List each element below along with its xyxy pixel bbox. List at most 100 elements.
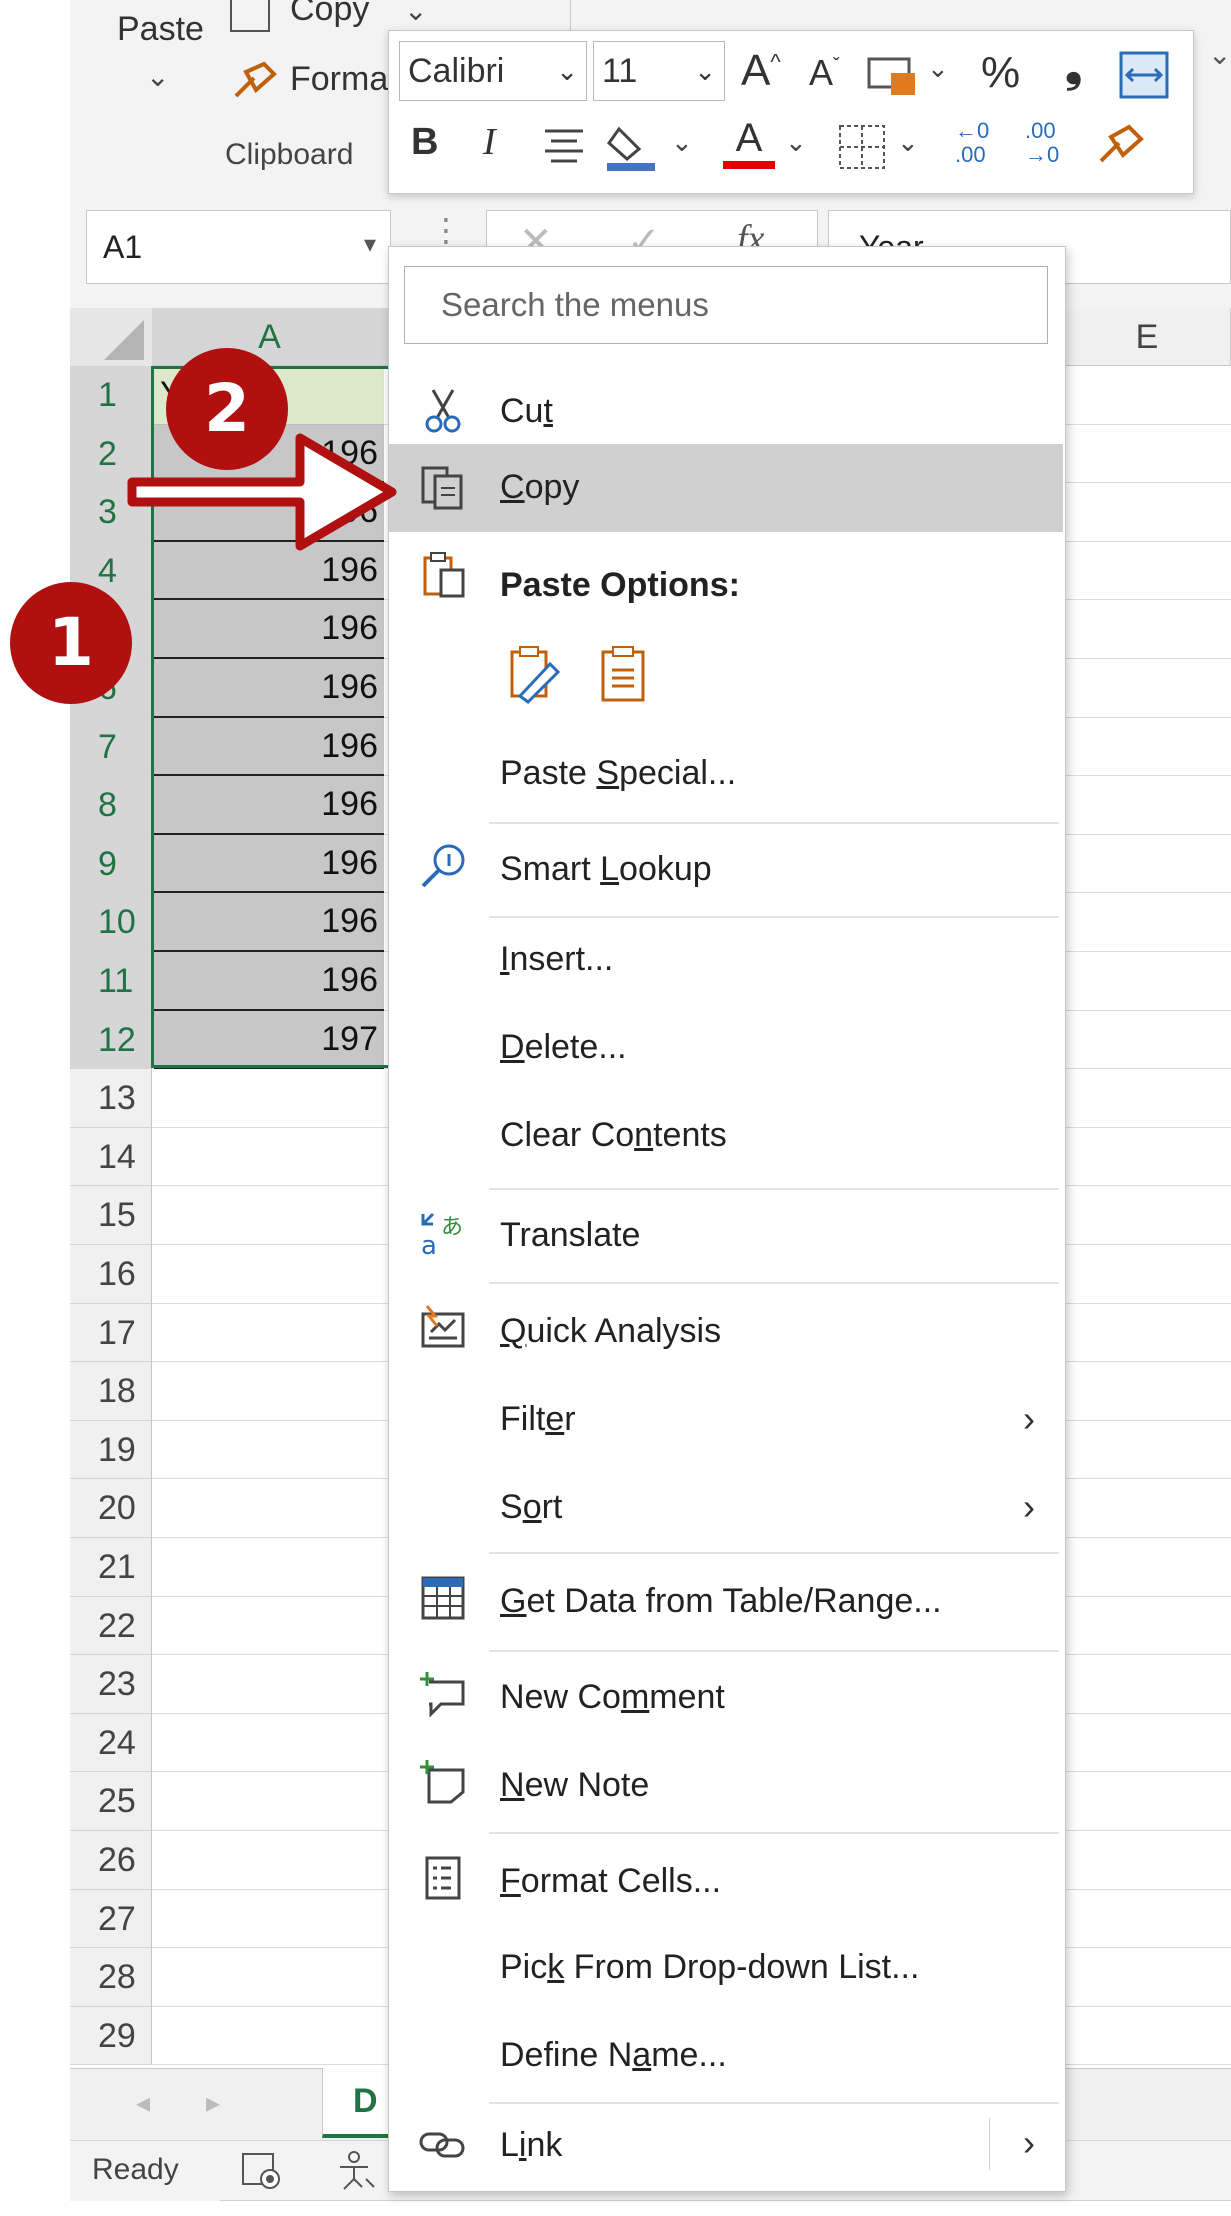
- sheet-tab-label: D: [353, 2082, 378, 2120]
- paste-formatting-icon[interactable]: [506, 644, 562, 704]
- menu-item-label: New Comment: [500, 1678, 725, 1716]
- row-header[interactable]: 8: [70, 776, 152, 835]
- row-header[interactable]: 20: [70, 1479, 152, 1538]
- menu-item-insert[interactable]: Insert...: [389, 930, 1063, 1000]
- row-header[interactable]: 19: [70, 1420, 152, 1480]
- format-cells-icon: [425, 1856, 461, 1900]
- row-header[interactable]: 16: [70, 1245, 152, 1304]
- scroll-tabs-right-icon[interactable]: ▸: [206, 2086, 220, 2119]
- paste-dropdown-arrow-icon[interactable]: ⌄: [146, 60, 169, 93]
- row-header[interactable]: 12: [70, 1010, 152, 1070]
- row-header[interactable]: 15: [70, 1186, 152, 1245]
- row-header[interactable]: 24: [70, 1713, 152, 1773]
- menu-item-new-note[interactable]: New Note: [389, 1750, 1063, 1824]
- increase-font-size-icon[interactable]: A^: [741, 49, 781, 93]
- chevron-down-icon: ⌄: [556, 56, 578, 86]
- scroll-tabs-left-icon[interactable]: ◂: [136, 2086, 150, 2119]
- copy-dropdown-arrow-icon[interactable]: ⌄: [404, 0, 427, 27]
- align-center-icon[interactable]: [541, 123, 587, 169]
- comma-style-button[interactable]: ❟: [1065, 45, 1082, 89]
- menu-item-copy[interactable]: Copy: [389, 444, 1063, 532]
- column-header-a[interactable]: A: [152, 308, 388, 366]
- menu-item-label: Link: [500, 2126, 563, 2164]
- decrease-font-size-icon[interactable]: Aˇ: [809, 55, 840, 91]
- italic-button[interactable]: I: [483, 123, 496, 161]
- status-text: Ready: [92, 2153, 179, 2186]
- macro-recording-icon[interactable]: [240, 2151, 284, 2191]
- row-header[interactable]: 27: [70, 1889, 152, 1949]
- menu-item-quick-analysis[interactable]: Quick Analysis: [389, 1296, 1063, 1370]
- row-header[interactable]: 25: [70, 1772, 152, 1831]
- chevron-down-icon[interactable]: ⌄: [927, 53, 949, 84]
- chevron-down-icon[interactable]: ⌄: [671, 127, 693, 158]
- row-header[interactable]: 22: [70, 1596, 152, 1656]
- menu-item-translate[interactable]: a あ Translate: [389, 1200, 1063, 1274]
- row-header[interactable]: 26: [70, 1831, 152, 1890]
- row-header[interactable]: 21: [70, 1538, 152, 1597]
- fill-color-icon[interactable]: [605, 119, 657, 173]
- menu-item-label: Smart Lookup: [500, 850, 712, 888]
- copy-ribbon-button[interactable]: Copy: [290, 0, 369, 29]
- font-name-select[interactable]: Calibri ⌄: [399, 41, 587, 101]
- row-header[interactable]: 7: [70, 717, 152, 777]
- paste-button-label[interactable]: Paste: [117, 10, 204, 49]
- wrap-text-icon[interactable]: [1119, 51, 1169, 99]
- column-header-e[interactable]: E: [1064, 308, 1231, 366]
- row-header[interactable]: 13: [70, 1069, 152, 1128]
- row-header[interactable]: 28: [70, 1948, 152, 2007]
- chevron-down-icon[interactable]: ⌄: [897, 127, 919, 158]
- font-size-select[interactable]: 11 ⌄: [593, 41, 725, 101]
- font-color-button[interactable]: A: [723, 115, 775, 175]
- paste-values-icon[interactable]: [598, 644, 648, 704]
- menu-item-delete[interactable]: Delete...: [389, 1018, 1063, 1088]
- menu-item-format-cells[interactable]: Format Cells...: [389, 1844, 1063, 1920]
- menu-item-filter[interactable]: Filter ›: [389, 1382, 1063, 1456]
- decrease-decimal-button[interactable]: .00 →0: [1025, 119, 1059, 167]
- row-header[interactable]: 9: [70, 834, 152, 894]
- row-header[interactable]: 18: [70, 1362, 152, 1421]
- menu-item-get-data[interactable]: Get Data from Table/Range...: [389, 1566, 1063, 1640]
- menu-item-smart-lookup[interactable]: Smart Lookup: [389, 832, 1063, 906]
- menu-item-label: Paste Options:: [500, 566, 740, 604]
- row-header[interactable]: 17: [70, 1303, 152, 1363]
- bold-button[interactable]: B: [411, 123, 438, 161]
- increase-decimal-button[interactable]: ←0 .00: [955, 119, 989, 167]
- borders-icon[interactable]: [837, 123, 887, 171]
- row-header[interactable]: 10: [70, 893, 152, 952]
- percent-style-button[interactable]: %: [981, 51, 1020, 95]
- ribbon-more-arrow-icon[interactable]: ⌄: [1208, 38, 1231, 71]
- menu-separator: [489, 822, 1059, 824]
- accessibility-icon[interactable]: [334, 2149, 378, 2193]
- format-painter-icon[interactable]: [230, 58, 278, 102]
- menu-separator: [489, 1188, 1059, 1190]
- menu-item-define-name[interactable]: Define Name...: [389, 2020, 1063, 2094]
- chevron-down-icon[interactable]: ⌄: [785, 127, 807, 158]
- menu-item-pick-from-list[interactable]: Pick From Drop-down List...: [389, 1932, 1063, 2006]
- table-icon: [421, 1576, 465, 1620]
- submenu-chevron-right-icon: ›: [1023, 1486, 1035, 1527]
- clipboard-group-label: Clipboard: [225, 138, 354, 171]
- menu-item-sort[interactable]: Sort ›: [389, 1470, 1063, 1544]
- link-icon: [419, 2132, 465, 2158]
- row-header[interactable]: 23: [70, 1655, 152, 1714]
- new-note-icon: [420, 1760, 465, 1804]
- row-header[interactable]: 11: [70, 952, 152, 1011]
- menu-item-cut[interactable]: Cut: [389, 372, 1063, 448]
- row-header[interactable]: 29: [70, 2006, 152, 2066]
- split-divider: [989, 2118, 990, 2170]
- menu-item-link[interactable]: Link ›: [389, 2108, 1063, 2180]
- row-header[interactable]: 14: [70, 1127, 152, 1187]
- format-painter-button[interactable]: Forma: [290, 60, 388, 99]
- svg-text:a: a: [421, 1231, 437, 1258]
- cell-styles-icon[interactable]: [867, 53, 923, 97]
- menu-item-clear-contents[interactable]: Clear Contents: [389, 1106, 1063, 1176]
- menu-search-input[interactable]: Search the menus: [404, 266, 1048, 344]
- menu-item-paste-special[interactable]: Paste Special...: [389, 740, 1063, 808]
- menu-item-label: Filter: [500, 1400, 576, 1438]
- name-box[interactable]: A1 ▾: [86, 210, 391, 284]
- format-painter-icon[interactable]: [1095, 121, 1145, 169]
- paste-icon: [423, 552, 465, 598]
- menu-item-new-comment[interactable]: New Comment: [389, 1662, 1063, 1736]
- translate-icon: a あ: [421, 1212, 463, 1258]
- row-header[interactable]: 1: [70, 366, 152, 425]
